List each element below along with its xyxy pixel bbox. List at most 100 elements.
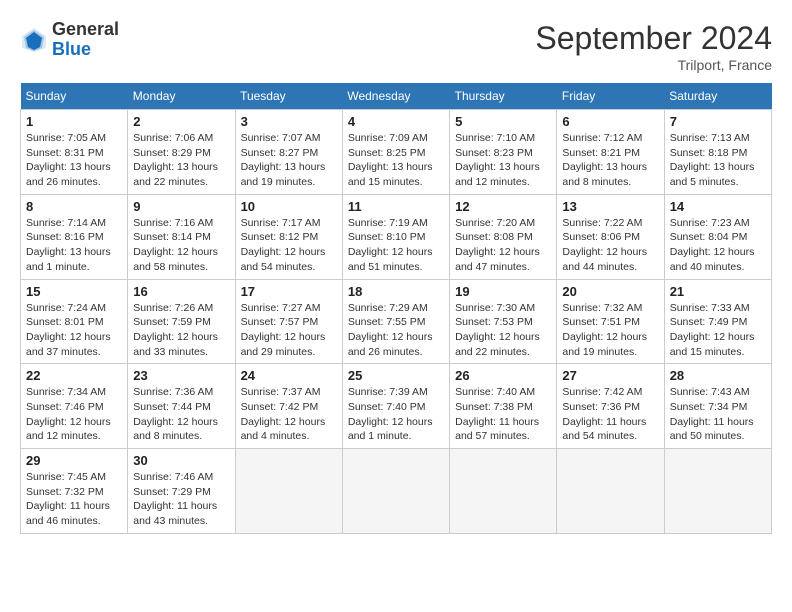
- calendar-day-cell: 2 Sunrise: 7:06 AM Sunset: 8:29 PM Dayli…: [128, 110, 235, 195]
- day-of-week-header: Wednesday: [342, 83, 449, 110]
- calendar-week-row: 1 Sunrise: 7:05 AM Sunset: 8:31 PM Dayli…: [21, 110, 772, 195]
- logo: General Blue: [20, 20, 119, 60]
- day-number: 5: [455, 114, 551, 129]
- calendar-day-cell: 18 Sunrise: 7:29 AM Sunset: 7:55 PM Dayl…: [342, 279, 449, 364]
- day-of-week-header: Saturday: [664, 83, 771, 110]
- day-of-week-header: Monday: [128, 83, 235, 110]
- month-title: September 2024: [535, 20, 772, 57]
- title-block: September 2024 Trilport, France: [535, 20, 772, 73]
- day-info: Sunrise: 7:13 AM Sunset: 8:18 PM Dayligh…: [670, 131, 766, 190]
- calendar-week-row: 8 Sunrise: 7:14 AM Sunset: 8:16 PM Dayli…: [21, 194, 772, 279]
- day-info: Sunrise: 7:12 AM Sunset: 8:21 PM Dayligh…: [562, 131, 658, 190]
- calendar-day-cell: 9 Sunrise: 7:16 AM Sunset: 8:14 PM Dayli…: [128, 194, 235, 279]
- calendar-day-cell: 17 Sunrise: 7:27 AM Sunset: 7:57 PM Dayl…: [235, 279, 342, 364]
- day-info: Sunrise: 7:39 AM Sunset: 7:40 PM Dayligh…: [348, 385, 444, 444]
- day-number: 2: [133, 114, 229, 129]
- calendar-day-cell: 7 Sunrise: 7:13 AM Sunset: 8:18 PM Dayli…: [664, 110, 771, 195]
- calendar-day-cell: [235, 449, 342, 534]
- calendar-day-cell: [557, 449, 664, 534]
- day-number: 16: [133, 284, 229, 299]
- day-number: 21: [670, 284, 766, 299]
- day-info: Sunrise: 7:42 AM Sunset: 7:36 PM Dayligh…: [562, 385, 658, 444]
- day-number: 8: [26, 199, 122, 214]
- day-number: 19: [455, 284, 551, 299]
- day-info: Sunrise: 7:10 AM Sunset: 8:23 PM Dayligh…: [455, 131, 551, 190]
- calendar-week-row: 15 Sunrise: 7:24 AM Sunset: 8:01 PM Dayl…: [21, 279, 772, 364]
- day-of-week-header: Thursday: [450, 83, 557, 110]
- day-number: 7: [670, 114, 766, 129]
- day-info: Sunrise: 7:30 AM Sunset: 7:53 PM Dayligh…: [455, 301, 551, 360]
- day-number: 29: [26, 453, 122, 468]
- day-number: 23: [133, 368, 229, 383]
- day-info: Sunrise: 7:32 AM Sunset: 7:51 PM Dayligh…: [562, 301, 658, 360]
- calendar-day-cell: 14 Sunrise: 7:23 AM Sunset: 8:04 PM Dayl…: [664, 194, 771, 279]
- day-info: Sunrise: 7:27 AM Sunset: 7:57 PM Dayligh…: [241, 301, 337, 360]
- calendar-day-cell: 23 Sunrise: 7:36 AM Sunset: 7:44 PM Dayl…: [128, 364, 235, 449]
- day-number: 10: [241, 199, 337, 214]
- calendar-day-cell: 26 Sunrise: 7:40 AM Sunset: 7:38 PM Dayl…: [450, 364, 557, 449]
- day-info: Sunrise: 7:45 AM Sunset: 7:32 PM Dayligh…: [26, 470, 122, 529]
- calendar-day-cell: 29 Sunrise: 7:45 AM Sunset: 7:32 PM Dayl…: [21, 449, 128, 534]
- calendar-day-cell: 3 Sunrise: 7:07 AM Sunset: 8:27 PM Dayli…: [235, 110, 342, 195]
- day-number: 1: [26, 114, 122, 129]
- day-number: 22: [26, 368, 122, 383]
- logo-icon: [20, 26, 48, 54]
- calendar-body: 1 Sunrise: 7:05 AM Sunset: 8:31 PM Dayli…: [21, 110, 772, 534]
- day-number: 9: [133, 199, 229, 214]
- day-info: Sunrise: 7:09 AM Sunset: 8:25 PM Dayligh…: [348, 131, 444, 190]
- day-info: Sunrise: 7:17 AM Sunset: 8:12 PM Dayligh…: [241, 216, 337, 275]
- calendar-day-cell: 11 Sunrise: 7:19 AM Sunset: 8:10 PM Dayl…: [342, 194, 449, 279]
- calendar-week-row: 29 Sunrise: 7:45 AM Sunset: 7:32 PM Dayl…: [21, 449, 772, 534]
- day-number: 28: [670, 368, 766, 383]
- calendar-day-cell: 20 Sunrise: 7:32 AM Sunset: 7:51 PM Dayl…: [557, 279, 664, 364]
- calendar-day-cell: [664, 449, 771, 534]
- day-of-week-header: Tuesday: [235, 83, 342, 110]
- calendar-day-cell: 5 Sunrise: 7:10 AM Sunset: 8:23 PM Dayli…: [450, 110, 557, 195]
- day-number: 27: [562, 368, 658, 383]
- day-info: Sunrise: 7:16 AM Sunset: 8:14 PM Dayligh…: [133, 216, 229, 275]
- day-info: Sunrise: 7:05 AM Sunset: 8:31 PM Dayligh…: [26, 131, 122, 190]
- day-number: 25: [348, 368, 444, 383]
- day-info: Sunrise: 7:36 AM Sunset: 7:44 PM Dayligh…: [133, 385, 229, 444]
- day-number: 11: [348, 199, 444, 214]
- calendar-day-cell: 30 Sunrise: 7:46 AM Sunset: 7:29 PM Dayl…: [128, 449, 235, 534]
- day-info: Sunrise: 7:40 AM Sunset: 7:38 PM Dayligh…: [455, 385, 551, 444]
- day-number: 15: [26, 284, 122, 299]
- day-info: Sunrise: 7:26 AM Sunset: 7:59 PM Dayligh…: [133, 301, 229, 360]
- day-info: Sunrise: 7:07 AM Sunset: 8:27 PM Dayligh…: [241, 131, 337, 190]
- day-info: Sunrise: 7:22 AM Sunset: 8:06 PM Dayligh…: [562, 216, 658, 275]
- calendar-header: SundayMondayTuesdayWednesdayThursdayFrid…: [21, 83, 772, 110]
- day-info: Sunrise: 7:19 AM Sunset: 8:10 PM Dayligh…: [348, 216, 444, 275]
- day-of-week-header: Sunday: [21, 83, 128, 110]
- calendar-day-cell: 1 Sunrise: 7:05 AM Sunset: 8:31 PM Dayli…: [21, 110, 128, 195]
- day-info: Sunrise: 7:37 AM Sunset: 7:42 PM Dayligh…: [241, 385, 337, 444]
- day-number: 4: [348, 114, 444, 129]
- calendar-day-cell: 4 Sunrise: 7:09 AM Sunset: 8:25 PM Dayli…: [342, 110, 449, 195]
- day-number: 18: [348, 284, 444, 299]
- logo-text: General Blue: [52, 20, 119, 60]
- calendar-day-cell: 16 Sunrise: 7:26 AM Sunset: 7:59 PM Dayl…: [128, 279, 235, 364]
- calendar-week-row: 22 Sunrise: 7:34 AM Sunset: 7:46 PM Dayl…: [21, 364, 772, 449]
- day-number: 20: [562, 284, 658, 299]
- calendar-day-cell: 22 Sunrise: 7:34 AM Sunset: 7:46 PM Dayl…: [21, 364, 128, 449]
- day-info: Sunrise: 7:46 AM Sunset: 7:29 PM Dayligh…: [133, 470, 229, 529]
- calendar-day-cell: 13 Sunrise: 7:22 AM Sunset: 8:06 PM Dayl…: [557, 194, 664, 279]
- day-info: Sunrise: 7:20 AM Sunset: 8:08 PM Dayligh…: [455, 216, 551, 275]
- day-number: 30: [133, 453, 229, 468]
- day-number: 3: [241, 114, 337, 129]
- day-info: Sunrise: 7:34 AM Sunset: 7:46 PM Dayligh…: [26, 385, 122, 444]
- day-number: 24: [241, 368, 337, 383]
- calendar-day-cell: 25 Sunrise: 7:39 AM Sunset: 7:40 PM Dayl…: [342, 364, 449, 449]
- calendar-day-cell: [450, 449, 557, 534]
- day-info: Sunrise: 7:23 AM Sunset: 8:04 PM Dayligh…: [670, 216, 766, 275]
- calendar-day-cell: 27 Sunrise: 7:42 AM Sunset: 7:36 PM Dayl…: [557, 364, 664, 449]
- day-number: 14: [670, 199, 766, 214]
- calendar-day-cell: 8 Sunrise: 7:14 AM Sunset: 8:16 PM Dayli…: [21, 194, 128, 279]
- day-info: Sunrise: 7:06 AM Sunset: 8:29 PM Dayligh…: [133, 131, 229, 190]
- calendar-day-cell: [342, 449, 449, 534]
- page-header: General Blue September 2024 Trilport, Fr…: [20, 20, 772, 73]
- day-number: 6: [562, 114, 658, 129]
- day-number: 26: [455, 368, 551, 383]
- calendar-day-cell: 15 Sunrise: 7:24 AM Sunset: 8:01 PM Dayl…: [21, 279, 128, 364]
- calendar-day-cell: 12 Sunrise: 7:20 AM Sunset: 8:08 PM Dayl…: [450, 194, 557, 279]
